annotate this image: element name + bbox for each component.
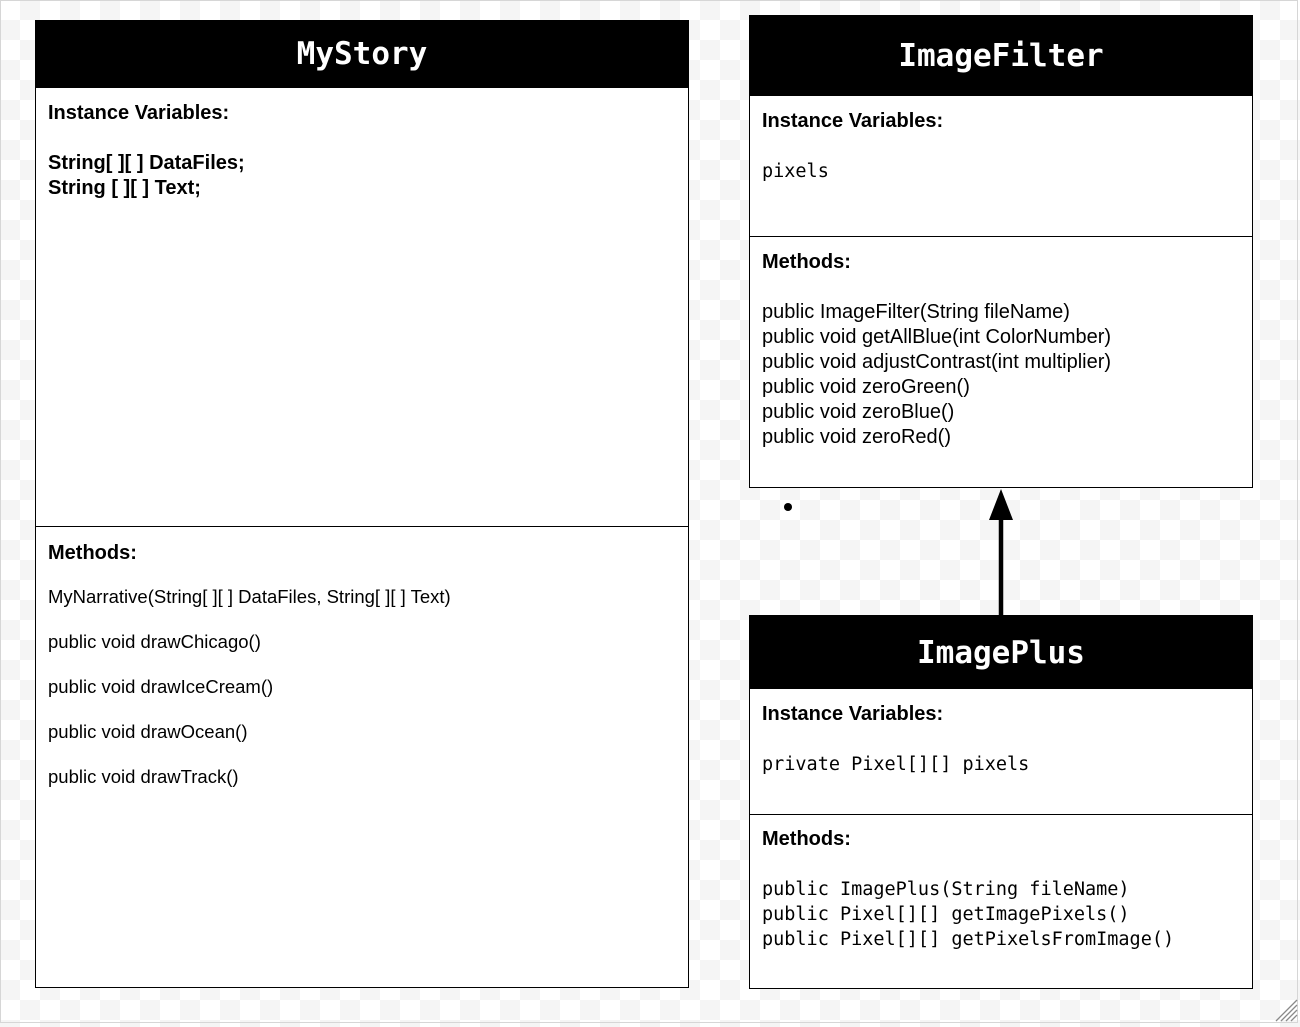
method-line: public void adjustContrast(int multiplie… <box>762 351 1112 373</box>
resize-grip-icon[interactable] <box>1275 999 1298 1022</box>
methods-section: Methods: MyNarrative(String[ ][ ] DataFi… <box>36 526 688 788</box>
instance-variables-section: Instance Variables: String[ ][ ] DataFil… <box>36 88 688 526</box>
inheritance-arrow[interactable] <box>989 489 1013 615</box>
variable-line: String[ ][ ] DataFiles; <box>48 152 245 174</box>
method-line: public void drawOcean() <box>48 721 248 742</box>
class-box-imagefilter[interactable]: ImageFilter Instance Variables: pixels M… <box>749 15 1253 488</box>
method-line: public void drawTrack() <box>48 766 239 787</box>
instance-variables-title: Instance Variables: <box>762 703 944 725</box>
methods-title: Methods: <box>762 828 851 850</box>
class-box-mystory[interactable]: MyStory Instance Variables: String[ ][ ]… <box>35 20 689 988</box>
arrow-head <box>989 489 1013 520</box>
instance-variables-title: Instance Variables: <box>48 102 230 124</box>
methods-section: Methods: public ImageFilter(String fileN… <box>750 236 1252 450</box>
method-line: public ImageFilter(String fileName) <box>762 301 1070 323</box>
method-line: public void getAllBlue(int ColorNumber) <box>762 326 1112 348</box>
variable-line: private Pixel[][] pixels <box>762 754 1030 775</box>
method-line: public void drawChicago() <box>48 631 261 652</box>
methods-section: Methods: public ImagePlus(String fileNam… <box>750 814 1252 952</box>
method-line: public void zeroBlue() <box>762 401 955 423</box>
instance-variables-section: Instance Variables: pixels <box>750 96 1252 236</box>
class-name-imagefilter: ImageFilter <box>750 16 1252 96</box>
methods-title: Methods: <box>762 251 851 273</box>
method-line: MyNarrative(String[ ][ ] DataFiles, Stri… <box>48 586 451 607</box>
class-box-imageplus[interactable]: ImagePlus Instance Variables: private Pi… <box>749 615 1253 989</box>
class-name-imageplus: ImagePlus <box>750 616 1252 689</box>
instance-variables-section: Instance Variables: private Pixel[][] pi… <box>750 689 1252 814</box>
method-line: public void drawIceCream() <box>48 676 274 697</box>
variable-line: String [ ][ ] Text; <box>48 177 201 199</box>
instance-variables-title: Instance Variables: <box>762 110 944 132</box>
method-line: public void zeroRed() <box>762 426 951 448</box>
method-line: public Pixel[][] getPixelsFromImage() <box>762 929 1175 950</box>
method-line: public void zeroGreen() <box>762 376 970 398</box>
variable-line: pixels <box>762 161 829 182</box>
method-line: public Pixel[][] getImagePixels() <box>762 904 1130 925</box>
method-line: public ImagePlus(String fileName) <box>762 879 1130 900</box>
methods-title: Methods: <box>48 542 137 564</box>
stray-dot <box>784 503 792 511</box>
class-name-mystory: MyStory <box>36 21 688 88</box>
